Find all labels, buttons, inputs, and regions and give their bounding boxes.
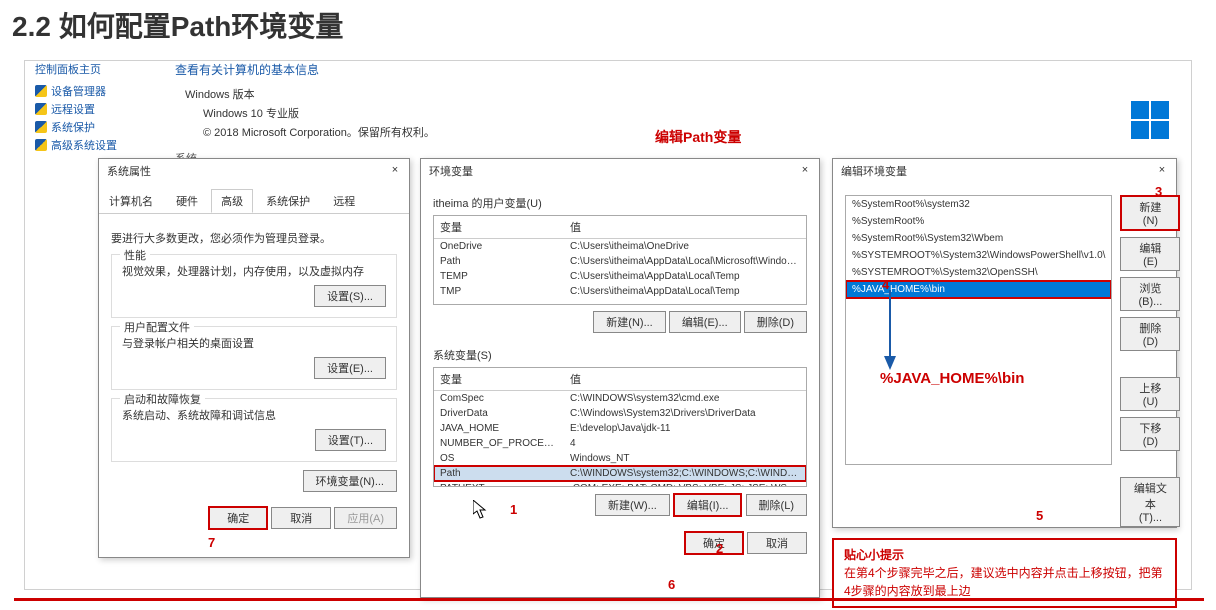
page-title: 2.2 如何配置Path环境变量 [0,0,1216,55]
path-row-selected[interactable]: PathC:\WINDOWS\system32;C:\WINDOWS;C:\WI… [434,466,806,481]
tab-remote[interactable]: 远程 [323,189,365,213]
move-up-button[interactable]: 上移(U) [1120,377,1180,411]
profiles-settings-button[interactable]: 设置(E)... [314,357,386,379]
admin-note: 要进行大多数更改，您必须作为管理员登录。 [111,230,397,246]
edition-value: Windows 10 专业版 [203,105,435,121]
red-heading: 编辑Path变量 [655,127,741,147]
shield-icon [35,121,47,133]
shield-icon [35,103,47,115]
system-content: 查看有关计算机的基本信息 Windows 版本 Windows 10 专业版 ©… [175,61,435,169]
tab-protection[interactable]: 系统保护 [256,189,320,213]
perf-desc: 视觉效果，处理器计划，内存使用，以及虚拟内存 [122,263,386,279]
nav-device-manager[interactable]: 设备管理器 [35,83,135,99]
perf-settings-button[interactable]: 设置(S)... [314,285,386,307]
bottom-rule [14,598,1204,601]
list-item[interactable]: %SYSTEMROOT%\System32\WindowsPowerShell\… [846,247,1111,264]
profiles-desc: 与登录帐户相关的桌面设置 [122,335,386,351]
edition-label: Windows 版本 [185,86,435,102]
step-3: 3 [1155,184,1162,199]
step-5: 5 [1036,508,1043,523]
user-vars-label: itheima 的用户变量(U) [433,195,807,211]
list-item[interactable]: %SystemRoot%\System32\Wbem [846,230,1111,247]
list-item[interactable]: %SystemRoot% [846,213,1111,230]
java-home-callout: %JAVA_HOME%\bin [880,370,1024,387]
tabs: 计算机名 硬件 高级 系统保护 远程 [99,185,409,214]
titlebar: 系统属性× [99,159,409,185]
user-delete-button[interactable]: 删除(D) [744,311,807,333]
move-down-button[interactable]: 下移(D) [1120,417,1180,451]
cancel-button[interactable]: 取消 [747,532,807,554]
edit-text-button[interactable]: 编辑文本(T)... [1120,477,1180,527]
list-item[interactable]: %SystemRoot%\system32 [846,196,1111,213]
browse-button[interactable]: 浏览(B)... [1120,277,1180,311]
edit-button[interactable]: 编辑(E) [1120,237,1180,271]
ok-button[interactable]: 确定 [684,531,744,555]
tip-line-1: 在第4个步骤完毕之后，建议选中内容并点击上移按钮，把第 [844,564,1165,582]
sys-vars-label: 系统变量(S) [433,347,807,363]
shield-icon [35,85,47,97]
sys-new-button[interactable]: 新建(W)... [595,494,670,516]
left-nav: 控制面板主页 设备管理器 远程设置 系统保护 高级系统设置 [35,61,135,155]
nav-remote[interactable]: 远程设置 [35,101,135,117]
close-icon[interactable]: × [797,163,813,179]
shield-icon [35,139,47,151]
env-vars-button[interactable]: 环境变量(N)... [303,470,397,492]
perf-group: 性能 视觉效果，处理器计划，内存使用，以及虚拟内存 设置(S)... [111,254,397,318]
new-button[interactable]: 新建(N) [1120,195,1180,231]
step-6: 6 [668,577,675,592]
cancel-button[interactable]: 取消 [271,507,331,529]
system-properties-dialog: 系统属性× 计算机名 硬件 高级 系统保护 远程 要进行大多数更改，您必须作为管… [98,158,410,558]
startup-settings-button[interactable]: 设置(T)... [315,429,386,451]
tab-advanced[interactable]: 高级 [211,189,253,213]
close-icon[interactable]: × [1154,163,1170,179]
step-1: 1 [510,502,517,517]
startup-group: 启动和故障恢复 系统启动、系统故障和调试信息 设置(T)... [111,398,397,462]
windows-logo-icon [1131,101,1171,141]
tab-computer-name[interactable]: 计算机名 [99,189,163,213]
titlebar: 环境变量× [421,159,819,185]
close-icon[interactable]: × [387,163,403,179]
profiles-group: 用户配置文件 与登录帐户相关的桌面设置 设置(E)... [111,326,397,390]
sys-delete-button[interactable]: 删除(L) [746,494,807,516]
sysinfo-title: 查看有关计算机的基本信息 [175,61,435,78]
tab-hardware[interactable]: 硬件 [166,189,208,213]
apply-button[interactable]: 应用(A) [334,507,397,529]
sys-edit-button[interactable]: 编辑(I)... [673,493,743,517]
tip-title: 贴心小提示 [844,546,1165,564]
arrow-down-icon [880,290,900,370]
startup-desc: 系统启动、系统故障和调试信息 [122,407,386,423]
step-7: 7 [208,535,215,550]
nav-advanced[interactable]: 高级系统设置 [35,137,135,153]
step-2: 2 [716,541,723,556]
user-edit-button[interactable]: 编辑(E)... [669,311,741,333]
ok-button[interactable]: 确定 [208,506,268,530]
env-vars-dialog: 环境变量× itheima 的用户变量(U) 变量值 OneDriveC:\Us… [420,158,820,598]
nav-header: 控制面板主页 [35,61,135,77]
copyright: © 2018 Microsoft Corporation。保留所有权利。 [203,124,435,140]
titlebar: 编辑环境变量× [833,159,1176,185]
delete-button[interactable]: 删除(D) [1120,317,1180,351]
nav-protection[interactable]: 系统保护 [35,119,135,135]
user-new-button[interactable]: 新建(N)... [593,311,665,333]
sys-vars-table[interactable]: 变量值 ComSpecC:\WINDOWS\system32\cmd.exe D… [433,367,807,487]
user-vars-table[interactable]: 变量值 OneDriveC:\Users\itheima\OneDrive Pa… [433,215,807,305]
